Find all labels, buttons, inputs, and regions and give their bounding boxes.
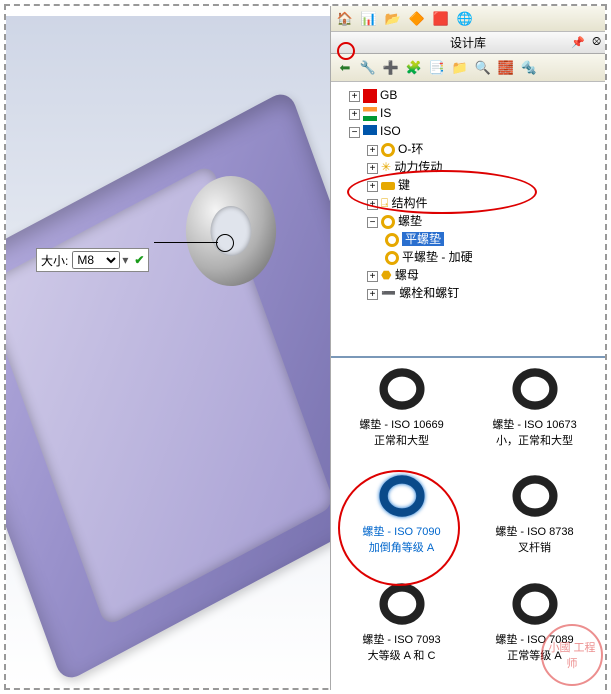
washer-thumb-icon [379,473,425,519]
folder-icon[interactable]: 📂 [383,9,403,29]
add-icon[interactable]: 🧱 [496,58,516,78]
add-part-icon[interactable]: ➕ [381,58,401,78]
tree-item-key[interactable]: +键 [367,176,605,194]
panel-title: 设计库 [450,34,486,51]
back-arrow-icon[interactable]: ⬅ [335,58,355,78]
size-callout: 大小: M8 ▾ ✔ [36,248,149,272]
standards-tree[interactable]: +GB +IS −ISO +O-环 +✳ 动力传动 +键 +⍈ 结构件 −螺垫 … [331,82,605,358]
leader-line [154,242,218,243]
struct-icon: ⍈ [381,196,388,210]
layers-icon[interactable]: 🟥 [431,9,451,29]
washer-thumb-icon [512,473,558,519]
tree-item-washer[interactable]: −螺垫 平螺垫 平螺垫 - 加硬 [367,212,605,266]
cube-icon[interactable]: 🔶 [407,9,427,29]
washer-thumb-icon [379,366,425,412]
search-icon[interactable]: 🔍 [473,58,493,78]
stats-icon[interactable]: 📊 [359,9,379,29]
tree-item-flat-washer-hard[interactable]: 平螺垫 - 加硬 [385,248,605,266]
screw-icon[interactable]: 🔩 [519,58,539,78]
props-icon[interactable]: 📑 [427,58,447,78]
home-icon[interactable]: 🏠 [335,9,355,29]
check-icon[interactable]: ✔ [134,253,144,267]
key-icon [381,182,395,190]
tree-item-nut[interactable]: +⬣ 螺母 [367,266,605,284]
globe-icon[interactable]: 🌐 [455,9,475,29]
flag-iso-icon [363,125,377,139]
tree-parts-icon[interactable]: 🧩 [404,58,424,78]
thumb-iso10673[interactable]: 螺垫 - ISO 10673小，正常和大型 [470,366,599,467]
panel-title-bar: 设计库 📌 ⮾ [331,32,605,54]
thumb-iso10669[interactable]: 螺垫 - ISO 10669正常和大型 [337,366,466,467]
tree-item-struct[interactable]: +⍈ 结构件 [367,194,605,212]
tree-item-flat-washer[interactable]: 平螺垫 [385,230,605,248]
washer-icon [385,233,399,247]
flag-cn-icon [363,89,377,103]
watermark: 小國 工程师 [541,624,603,686]
model-viewport[interactable]: 大小: M8 ▾ ✔ [6,16,330,688]
tree-item-bolt[interactable]: +➖ 螺栓和螺钉 [367,284,605,302]
gear-icon: ✳ [381,160,391,174]
thumb-iso7090[interactable]: 螺垫 - ISO 7090加倒角等级 A [337,473,466,574]
thumb-caption: 螺垫 - ISO 10673小，正常和大型 [470,416,599,448]
size-label: 大小: [41,252,68,269]
washer-icon [385,251,399,265]
leader-circle [216,234,234,252]
tree-item-oring[interactable]: +O-环 [367,140,605,158]
chevron-down-icon[interactable]: ▾ [120,253,130,267]
washer-model[interactable] [176,176,286,286]
main-toolbar: 🏠 📊 📂 🔶 🟥 🌐 [331,6,605,32]
thumb-caption: 螺垫 - ISO 7090加倒角等级 A [337,523,466,555]
bolt-icon: ➖ [381,286,396,300]
washer-thumb-icon [512,366,558,412]
tree-item-power[interactable]: +✳ 动力传动 [367,158,605,176]
thumb-caption: 螺垫 - ISO 8738叉杆销 [470,523,599,555]
washer-icon [381,215,395,229]
thumb-caption: 螺垫 - ISO 7093大等级 A 和 C [337,631,466,663]
ring-icon [381,143,395,157]
tree-item-iso[interactable]: −ISO +O-环 +✳ 动力传动 +键 +⍈ 结构件 −螺垫 平螺垫 平螺垫 … [349,122,605,302]
parts-icon[interactable]: 🔧 [358,58,378,78]
design-library-panel: 🏠 📊 📂 🔶 🟥 🌐 设计库 📌 ⮾ ⬅ 🔧 ➕ 🧩 📑 📁 🔍 🧱 🔩 +G… [330,6,605,690]
size-select[interactable]: M8 [72,251,120,269]
tree-item-gb[interactable]: +GB [349,86,605,104]
flag-in-icon [363,107,377,121]
washer-thumb-icon [512,581,558,627]
nut-icon: ⬣ [381,268,391,282]
folder2-icon[interactable]: 📁 [450,58,470,78]
library-toolbar: ⬅ 🔧 ➕ 🧩 📑 📁 🔍 🧱 🔩 [331,54,605,82]
thumb-iso7093[interactable]: 螺垫 - ISO 7093大等级 A 和 C [337,581,466,682]
washer-thumb-icon [379,581,425,627]
close-icon[interactable]: ⮾ [592,36,601,49]
thumb-iso8738[interactable]: 螺垫 - ISO 8738叉杆销 [470,473,599,574]
pin-icon[interactable]: 📌 [571,36,585,49]
tree-item-is[interactable]: +IS [349,104,605,122]
thumb-caption: 螺垫 - ISO 10669正常和大型 [337,416,466,448]
